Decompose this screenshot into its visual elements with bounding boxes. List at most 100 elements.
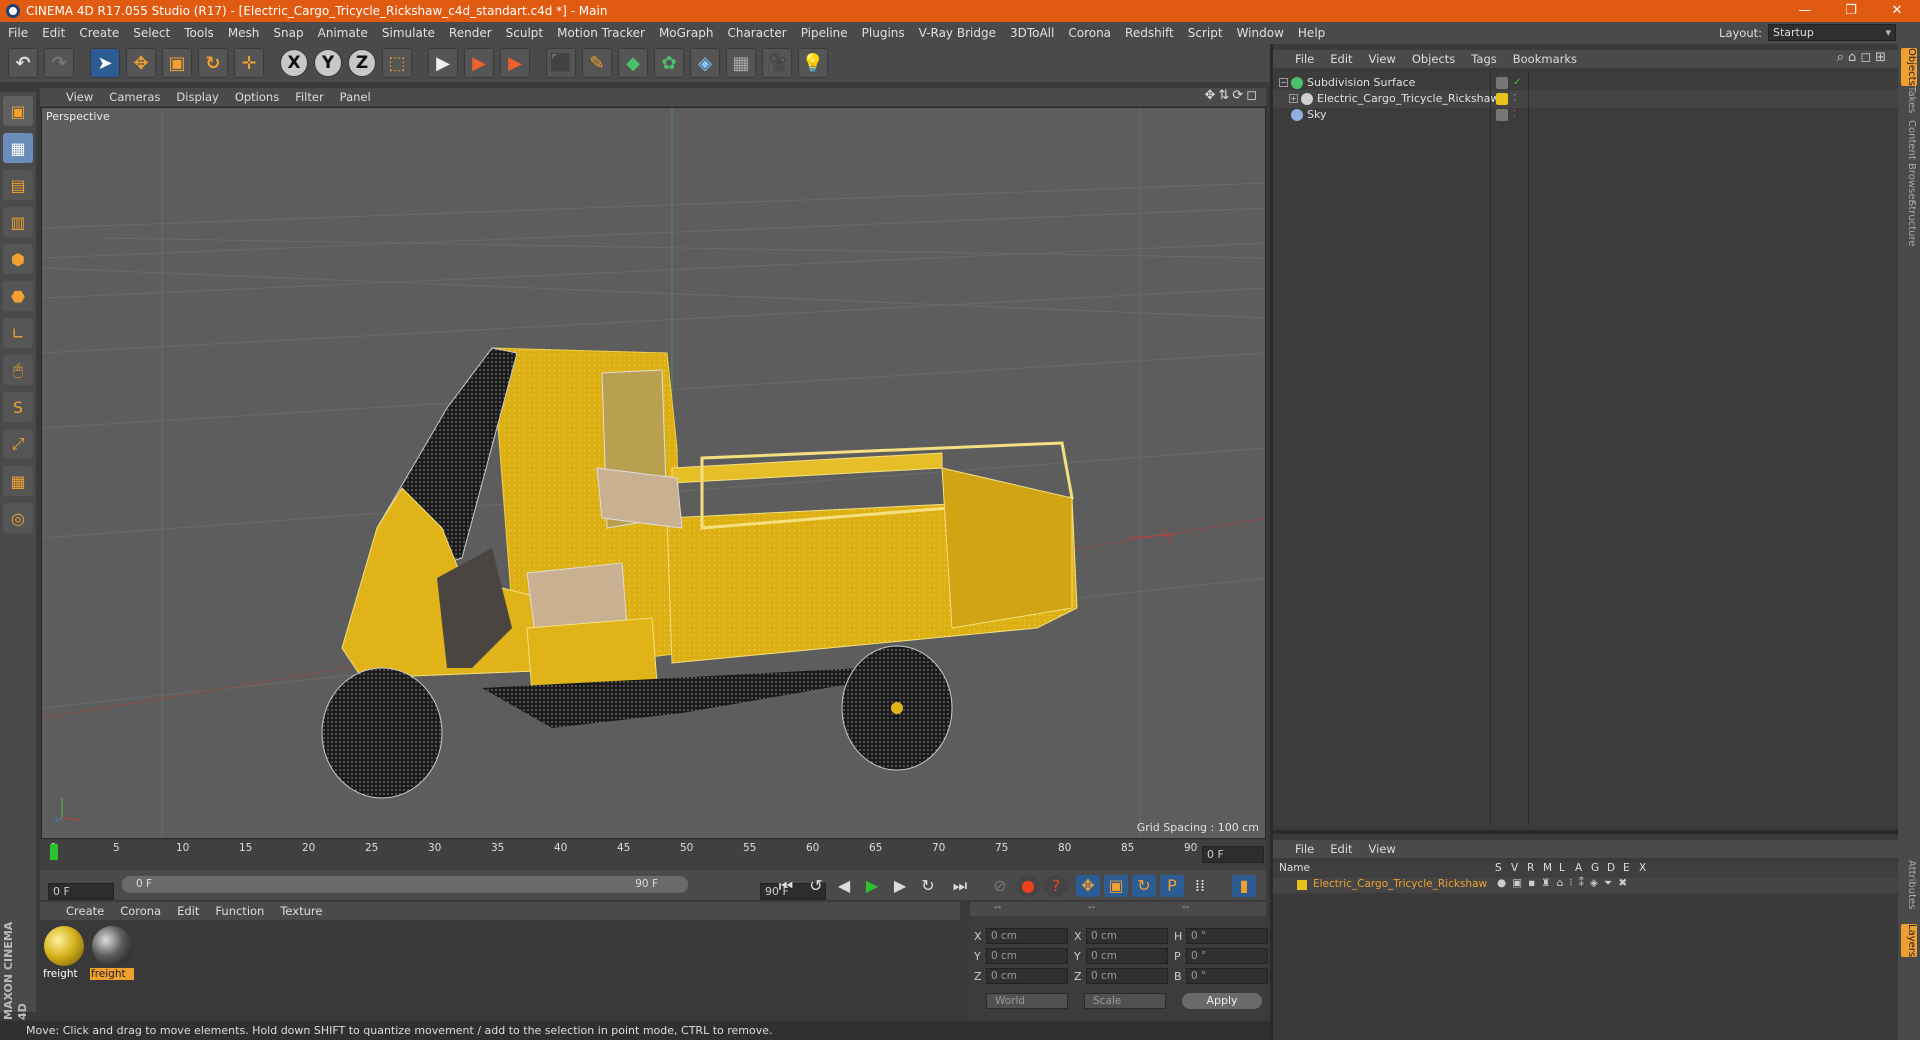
menu-simulate[interactable]: Simulate	[382, 26, 435, 40]
layer-column-header[interactable]: X	[1639, 862, 1646, 874]
layer-column-header[interactable]: A	[1575, 862, 1582, 874]
scale-dropdown[interactable]: Scale	[1084, 993, 1166, 1009]
size-z-field[interactable]: 0 cm	[1086, 968, 1168, 984]
previous-frame-button[interactable]: ◀	[832, 875, 856, 897]
side-tab-content-browser[interactable]: Content Browser	[1901, 120, 1917, 203]
deformer-button[interactable]: ◈	[690, 48, 720, 78]
array-cloner-button[interactable]: ✿	[654, 48, 684, 78]
side-tab-objects[interactable]: Objects	[1901, 48, 1917, 86]
menu-motion-tracker[interactable]: Motion Tracker	[557, 26, 645, 40]
menu-mesh[interactable]: Mesh	[228, 26, 260, 40]
layer-menu-edit[interactable]: Edit	[1330, 842, 1352, 856]
cube-object-button[interactable]: ⬛	[546, 48, 576, 78]
layer-column-header[interactable]: R	[1527, 862, 1534, 874]
key-scale-button[interactable]: ▣	[1104, 875, 1128, 897]
minimize-button[interactable]: —	[1782, 0, 1828, 22]
menu-pipeline[interactable]: Pipeline	[801, 26, 848, 40]
menu-plugins[interactable]: Plugins	[862, 26, 905, 40]
rotate-tool-button[interactable]: ↻	[198, 48, 228, 78]
material-menu-create[interactable]: Create	[66, 904, 104, 918]
viewport-menu-display[interactable]: Display	[176, 90, 218, 104]
maximize-button[interactable]: ❐	[1828, 0, 1874, 22]
position-x-field[interactable]: 0 cm	[986, 928, 1068, 944]
object-tag-icon[interactable]	[1496, 77, 1508, 89]
start-frame-field[interactable]: 0 F	[48, 882, 114, 900]
render-view-button[interactable]: ▶	[428, 48, 458, 78]
y-axis-lock-button[interactable]: Y	[314, 49, 342, 77]
left-tool-8-icon[interactable]: S	[3, 392, 33, 422]
left-tool-4-icon[interactable]: ⬢	[3, 244, 33, 274]
side-tab-attributes[interactable]: Attributes	[1901, 860, 1917, 909]
object-menu-edit[interactable]: Edit	[1330, 52, 1352, 66]
timeline-playhead[interactable]	[50, 844, 58, 860]
rotation-p-field[interactable]: 0 °	[1186, 948, 1268, 964]
material-swatch[interactable]: freight	[42, 926, 86, 986]
panel-divider[interactable]	[1273, 830, 1898, 834]
left-tool-7-icon[interactable]: 🖱	[3, 355, 33, 385]
next-frame-button[interactable]: ▶	[888, 875, 912, 897]
side-tab-takes[interactable]: Takes	[1901, 86, 1917, 113]
size-x-field[interactable]: 0 cm	[1086, 928, 1168, 944]
preview-range-slider[interactable]: 0 F 90 F	[122, 876, 688, 893]
visibility-dot-icon[interactable]: ⁚	[1513, 106, 1516, 124]
layer-column-header[interactable]: Name	[1279, 862, 1310, 874]
scale-tool-button[interactable]: ▣	[162, 48, 192, 78]
apply-button[interactable]: Apply	[1182, 993, 1262, 1009]
move-tool-button[interactable]: ✥	[126, 48, 156, 78]
current-frame-field[interactable]: 0 F	[1202, 846, 1264, 863]
layout-dropdown[interactable]: Startup	[1768, 24, 1896, 41]
rotation-b-field[interactable]: 0 °	[1186, 968, 1268, 984]
live-select-button[interactable]: ✛	[234, 48, 264, 78]
material-menu-corona[interactable]: Corona	[120, 904, 161, 918]
menu-create[interactable]: Create	[79, 26, 119, 40]
pen-spline-button[interactable]: ✎	[582, 48, 612, 78]
material-menu-function[interactable]: Function	[215, 904, 264, 918]
layer-column-header[interactable]: S	[1495, 862, 1502, 874]
menu-snap[interactable]: Snap	[273, 26, 303, 40]
coordinate-system-button[interactable]: ⬚	[382, 48, 412, 78]
light-button[interactable]: 💡	[798, 48, 828, 78]
left-tool-6-icon[interactable]: ∟	[3, 318, 33, 348]
layer-column-header[interactable]: G	[1591, 862, 1599, 874]
viewport-menu-panel[interactable]: Panel	[340, 90, 371, 104]
subdivision-generator-button[interactable]: ◆	[618, 48, 648, 78]
viewport-navigation-icons[interactable]: ✥⇅⟳◻	[1205, 88, 1260, 103]
previous-key-button[interactable]: ↺	[804, 875, 828, 897]
autokey-button[interactable]: ?	[1044, 875, 1068, 897]
object-row[interactable]: Sky ⁚	[1273, 106, 1898, 124]
layer-row[interactable]: Electric_Cargo_Tricycle_Rickshaw ●▣▪♜⌂⁝⁑…	[1273, 877, 1898, 893]
expand-toggle-icon[interactable]: −	[1279, 78, 1288, 87]
layer-menu-file[interactable]: File	[1295, 842, 1314, 856]
layer-column-header[interactable]: L	[1559, 862, 1565, 874]
go-to-end-button[interactable]: ⏭	[948, 875, 972, 897]
select-tool-button[interactable]: ➤	[90, 48, 120, 78]
key-pla-button[interactable]: ⁞⁞	[1188, 875, 1212, 897]
viewport-menu-view[interactable]: View	[66, 90, 93, 104]
object-name[interactable]: Sky	[1307, 106, 1326, 124]
object-tag-icon[interactable]	[1496, 109, 1508, 121]
left-tool-10-icon[interactable]: ▦	[3, 466, 33, 496]
menu-v-ray-bridge[interactable]: V-Ray Bridge	[919, 26, 996, 40]
menu-script[interactable]: Script	[1188, 26, 1223, 40]
menu-corona[interactable]: Corona	[1068, 26, 1111, 40]
timeline-window-icon[interactable]: ▮	[1232, 875, 1256, 897]
position-z-field[interactable]: 0 cm	[986, 968, 1068, 984]
object-manager-tool-icons[interactable]: ⌕⌂◻⊞	[1837, 50, 1890, 65]
viewport-menu-filter[interactable]: Filter	[295, 90, 323, 104]
left-tool-11-icon[interactable]: ◎	[3, 503, 33, 533]
position-y-field[interactable]: 0 cm	[986, 948, 1068, 964]
next-key-button[interactable]: ↻	[916, 875, 940, 897]
left-tool-2-icon[interactable]: ▤	[3, 170, 33, 200]
key-position-button[interactable]: ✥	[1076, 875, 1100, 897]
object-menu-objects[interactable]: Objects	[1412, 52, 1455, 66]
menu-edit[interactable]: Edit	[42, 26, 65, 40]
left-tool-3-icon[interactable]: ▥	[3, 207, 33, 237]
render-picture-viewer-button[interactable]: ▶	[464, 48, 494, 78]
render-settings-button[interactable]: ▶	[500, 48, 530, 78]
x-axis-lock-button[interactable]: X	[280, 49, 308, 77]
object-tag-icon[interactable]	[1496, 93, 1508, 105]
record-key-button[interactable]: ●	[1016, 875, 1040, 897]
material-swatch[interactable]: freight	[90, 926, 134, 986]
key-parameter-button[interactable]: P	[1160, 875, 1184, 897]
z-axis-lock-button[interactable]: Z	[348, 49, 376, 77]
